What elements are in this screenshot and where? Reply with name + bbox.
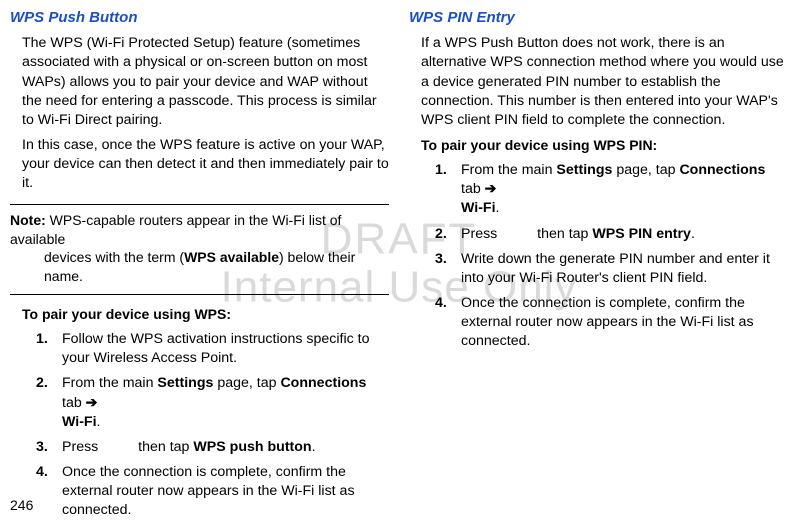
- step-4: 4. Once the connection is complete, conf…: [435, 294, 788, 352]
- step-num: 3.: [435, 250, 461, 288]
- wps-push-intro-1: The WPS (Wi-Fi Protected Setup) feature …: [22, 34, 389, 130]
- t: page, tap: [213, 375, 280, 391]
- t: Connections: [679, 162, 765, 178]
- step-2: 2. From the main Settings page, tap Conn…: [36, 374, 389, 432]
- wps-pair-subheading: To pair your device using WPS:: [22, 305, 389, 324]
- note-divider-bottom: [10, 294, 389, 295]
- wps-push-button-heading: WPS Push Button: [10, 8, 389, 28]
- step-num: 3.: [36, 438, 62, 457]
- t: Press: [62, 439, 102, 455]
- t: then tap: [533, 226, 592, 242]
- t: From the main: [461, 162, 556, 178]
- note-label: Note:: [10, 212, 46, 228]
- t: WPS push button: [193, 439, 311, 455]
- step-text: From the main Settings page, tap Connect…: [62, 374, 389, 432]
- step-num: 1.: [435, 161, 461, 219]
- t: From the main: [62, 375, 157, 391]
- wps-pin-subheading: To pair your device using WPS PIN:: [421, 136, 788, 155]
- t: Settings: [556, 162, 612, 178]
- t: page, tap: [612, 162, 679, 178]
- t: then tap: [134, 439, 193, 455]
- step-text: Once the connection is complete, confirm…: [461, 294, 788, 352]
- step-1: 1. Follow the WPS activation instruction…: [36, 330, 389, 368]
- step-num: 4.: [435, 294, 461, 352]
- note-block: Note: WPS-capable routers appear in the …: [10, 211, 389, 287]
- step-num: 2.: [435, 225, 461, 244]
- step-text: Follow the WPS activation instructions s…: [62, 330, 389, 368]
- t: Wi-Fi: [62, 414, 97, 430]
- step-2: 2. Press then tap WPS PIN entry.: [435, 225, 788, 244]
- step-text: Write down the generate PIN number and e…: [461, 250, 788, 288]
- step-4: 4. Once the connection is complete, conf…: [36, 463, 389, 521]
- left-column: WPS Push Button The WPS (Wi-Fi Protected…: [10, 8, 389, 527]
- wps-push-intro-2: In this case, once the WPS feature is ac…: [22, 136, 389, 194]
- t: WPS PIN entry: [592, 226, 691, 242]
- step-text: Press then tap WPS PIN entry.: [461, 225, 788, 244]
- wps-pin-steps: 1. From the main Settings page, tap Conn…: [435, 161, 788, 352]
- right-column: WPS PIN Entry If a WPS Push Button does …: [409, 8, 788, 527]
- t: Wi-Fi: [461, 200, 496, 216]
- step-text: Once the connection is complete, confirm…: [62, 463, 389, 521]
- note-text-b: devices with the term (: [44, 249, 184, 265]
- step-num: 1.: [36, 330, 62, 368]
- step-1: 1. From the main Settings page, tap Conn…: [435, 161, 788, 219]
- t: tab: [62, 395, 86, 411]
- step-num: 4.: [36, 463, 62, 521]
- note-bold: WPS available: [184, 249, 279, 265]
- wps-push-steps: 1. Follow the WPS activation instruction…: [36, 330, 389, 521]
- t: Press: [461, 226, 501, 242]
- t: tab: [461, 181, 485, 197]
- step-3: 3. Write down the generate PIN number an…: [435, 250, 788, 288]
- step-text: From the main Settings page, tap Connect…: [461, 161, 788, 219]
- note-line2: devices with the term (WPS available) be…: [44, 248, 389, 286]
- t: Connections: [280, 375, 366, 391]
- note-divider-top: [10, 204, 389, 205]
- step-text: Press then tap WPS push button.: [62, 438, 389, 457]
- note-text-a: WPS-capable routers appear in the Wi-Fi …: [10, 212, 341, 247]
- t: .: [496, 200, 500, 216]
- step-num: 2.: [36, 374, 62, 432]
- t: .: [691, 226, 695, 242]
- arrow-icon: ➔: [86, 395, 98, 411]
- step-3: 3. Press then tap WPS push button.: [36, 438, 389, 457]
- t: .: [97, 414, 101, 430]
- t: .: [312, 439, 316, 455]
- content-columns: WPS Push Button The WPS (Wi-Fi Protected…: [0, 0, 798, 527]
- wps-pin-intro: If a WPS Push Button does not work, ther…: [421, 34, 788, 130]
- wps-pin-heading: WPS PIN Entry: [409, 8, 788, 28]
- t: Settings: [157, 375, 213, 391]
- arrow-icon: ➔: [485, 181, 497, 197]
